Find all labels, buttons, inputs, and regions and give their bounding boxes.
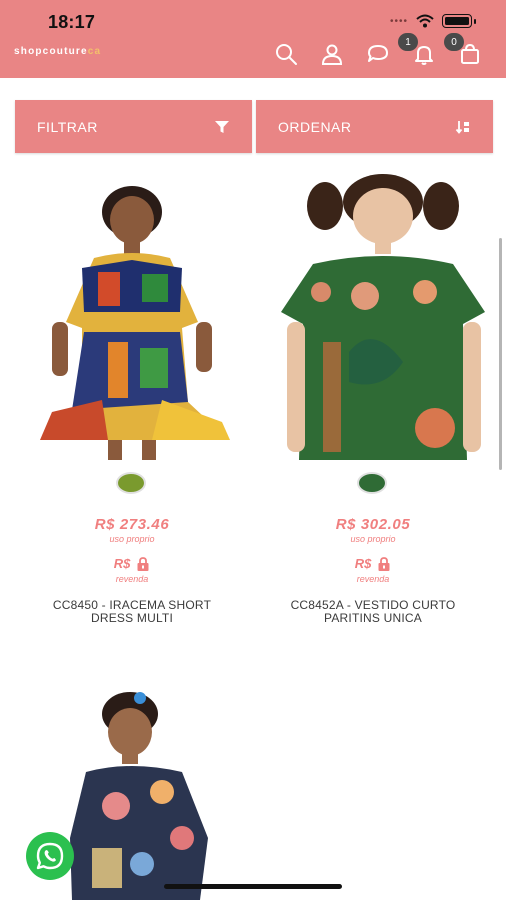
logo-accent-text: ca <box>87 46 102 57</box>
cellular-signal-icon: •••• <box>389 15 408 27</box>
product-image[interactable] <box>12 172 252 464</box>
filter-label: FILTRAR <box>37 118 98 135</box>
resale-price: R$ <box>12 556 252 571</box>
search-button[interactable] <box>270 38 302 70</box>
cart-badge: 0 <box>444 33 464 51</box>
sort-button[interactable]: ORDENAR <box>256 100 493 153</box>
header-actions: 1 0 <box>270 33 486 70</box>
chat-bubble-icon <box>368 45 388 62</box>
resale-currency: R$ <box>354 556 372 571</box>
product-price: R$ 273.46 <box>94 516 170 533</box>
account-button[interactable] <box>316 38 348 70</box>
logo-text: shopcouture <box>14 46 88 57</box>
battery-icon <box>442 14 472 28</box>
price-note: uso proprio <box>109 534 155 544</box>
status-bar: 18:17 •••• <box>0 0 506 40</box>
product-name[interactable]: CC8452A - VESTIDO CURTO PARITINS UNICA <box>253 599 493 625</box>
product-name[interactable]: CC8450 - IRACEMA SHORT DRESS MULTI <box>12 599 252 625</box>
sort-icon <box>455 120 469 134</box>
wifi-icon <box>416 14 434 28</box>
cart-button[interactable]: 0 <box>444 33 486 70</box>
product-name-line2: PARITINS UNICA <box>324 611 422 625</box>
brand-logo[interactable]: shopcoutureca <box>14 46 101 57</box>
product-price: R$ 302.05 <box>335 516 411 533</box>
funnel-icon <box>215 120 229 133</box>
resale-price: R$ <box>253 556 493 571</box>
app-header: 18:17 •••• shopcoutureca 1 0 <box>0 0 506 78</box>
lock-icon <box>137 556 149 571</box>
scrollbar[interactable] <box>499 238 502 470</box>
battery-tip <box>474 18 476 24</box>
chat-button[interactable] <box>362 38 394 70</box>
lock-icon <box>378 556 390 571</box>
color-swatch[interactable] <box>116 472 146 494</box>
status-icons: •••• <box>390 14 476 28</box>
whatsapp-icon <box>36 842 64 870</box>
product-name-line2: DRESS MULTI <box>91 611 173 625</box>
filter-sort-toolbar: FILTRAR ORDENAR <box>15 100 493 153</box>
status-time: 18:17 <box>48 12 96 32</box>
notifications-badge: 1 <box>398 33 418 51</box>
resale-note: revenda <box>356 574 390 584</box>
price-note: uso proprio <box>350 534 396 544</box>
color-swatch[interactable] <box>357 472 387 494</box>
notifications-button[interactable]: 1 <box>398 33 440 70</box>
home-indicator[interactable] <box>164 884 342 889</box>
resale-note: revenda <box>115 574 149 584</box>
search-icon <box>276 44 297 65</box>
filter-button[interactable]: FILTRAR <box>15 100 252 153</box>
sort-label: ORDENAR <box>278 118 352 135</box>
whatsapp-button[interactable] <box>26 832 74 880</box>
user-icon <box>321 44 343 65</box>
product-image[interactable] <box>253 172 493 464</box>
resale-currency: R$ <box>113 556 131 571</box>
